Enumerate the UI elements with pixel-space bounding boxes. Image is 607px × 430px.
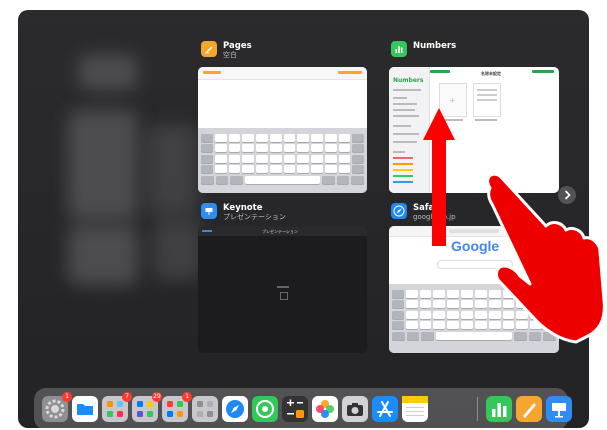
numbers-card-header[interactable]: Numbers xyxy=(391,41,456,57)
dock-separator xyxy=(477,397,478,421)
keynote-slide-placeholder xyxy=(277,286,289,288)
numbers-sidebar: Numbers xyxy=(389,67,430,193)
google-search-box xyxy=(437,260,513,269)
blurred-card xyxy=(153,220,203,280)
safari-subtitle: google.co.jp xyxy=(413,213,456,221)
numbers-doc-title: 名称未設定 xyxy=(481,71,501,76)
camera-icon[interactable] xyxy=(342,396,368,422)
keynote-card-header[interactable]: Keynote プレゼンテーション xyxy=(201,203,286,222)
calculator-icon[interactable] xyxy=(282,396,308,422)
safari-app-card[interactable]: Google xyxy=(389,226,559,353)
blurred-card xyxy=(68,225,138,285)
app-folder-1-badge: 7 xyxy=(122,392,132,402)
keynote-title: Keynote xyxy=(223,203,263,213)
pages-app-card[interactable] xyxy=(198,67,367,193)
keynote-icon xyxy=(201,203,217,219)
numbers-template xyxy=(473,83,501,117)
chevron-right-icon[interactable] xyxy=(558,186,576,204)
find-my-icon[interactable] xyxy=(252,396,278,422)
settings-badge: 1 xyxy=(62,392,72,402)
numbers-app-card[interactable]: Numbers 名称未設定 + xyxy=(389,67,559,193)
blurred-card xyxy=(78,55,138,90)
pages-icon xyxy=(201,41,217,57)
keynote-toolbar: プレゼンテーション xyxy=(198,226,367,236)
pages-title: Pages xyxy=(223,41,252,51)
blurred-card xyxy=(148,125,198,215)
numbers-title: Numbers xyxy=(413,41,457,51)
ipad-app-switcher: Pages 空白 Numbers Numbers 名称未設定 + Keynote… xyxy=(18,10,589,428)
pages-toolbar xyxy=(198,67,367,80)
blurred-card xyxy=(68,110,138,220)
safari-keyboard xyxy=(389,284,559,353)
app-folder-3-badge: 1 xyxy=(182,392,192,402)
notes-icon[interactable] xyxy=(402,396,428,422)
app-folder-2-badge: 29 xyxy=(152,392,162,402)
app-store-icon[interactable] xyxy=(372,396,398,422)
numbers-dock-icon[interactable] xyxy=(486,396,512,422)
numbers-toolbar xyxy=(430,70,450,73)
pages-keyboard xyxy=(198,128,367,193)
pages-subtitle: 空白 xyxy=(223,51,237,59)
app-folder-2-icon[interactable]: 29 xyxy=(132,392,162,422)
settings-icon[interactable]: 1 xyxy=(42,392,72,422)
keynote-app-card[interactable]: プレゼンテーション xyxy=(198,226,367,353)
numbers-toolbar-right xyxy=(532,70,554,73)
photos-icon[interactable] xyxy=(312,396,338,422)
safari-dock-icon[interactable] xyxy=(222,396,248,422)
files-icon[interactable] xyxy=(72,396,98,422)
pages-dock-icon[interactable] xyxy=(516,396,542,422)
safari-icon xyxy=(391,203,407,219)
google-logo: Google xyxy=(451,238,500,254)
keynote-dock-icon[interactable] xyxy=(546,396,572,422)
dock: 1 7 29 1 xyxy=(34,388,572,428)
keynote-subtitle: プレゼンテーション xyxy=(223,213,286,221)
pages-card-header[interactable]: Pages 空白 xyxy=(201,41,252,60)
app-folder-3-icon[interactable]: 1 xyxy=(162,392,192,422)
safari-address-bar xyxy=(389,226,559,237)
safari-title: Safari xyxy=(413,203,442,213)
app-folder-4-icon[interactable] xyxy=(192,396,218,422)
numbers-template: + xyxy=(439,83,467,117)
keynote-doc-title: プレゼンテーション xyxy=(262,229,298,234)
numbers-sidebar-title: Numbers xyxy=(393,77,424,84)
screen: Pages 空白 Numbers Numbers 名称未設定 + Keynote… xyxy=(0,0,607,430)
numbers-icon xyxy=(391,41,407,57)
keynote-slide-placeholder xyxy=(280,292,288,300)
app-folder-1-icon[interactable]: 7 xyxy=(102,392,132,422)
safari-card-header[interactable]: Safari google.co.jp xyxy=(391,203,456,222)
